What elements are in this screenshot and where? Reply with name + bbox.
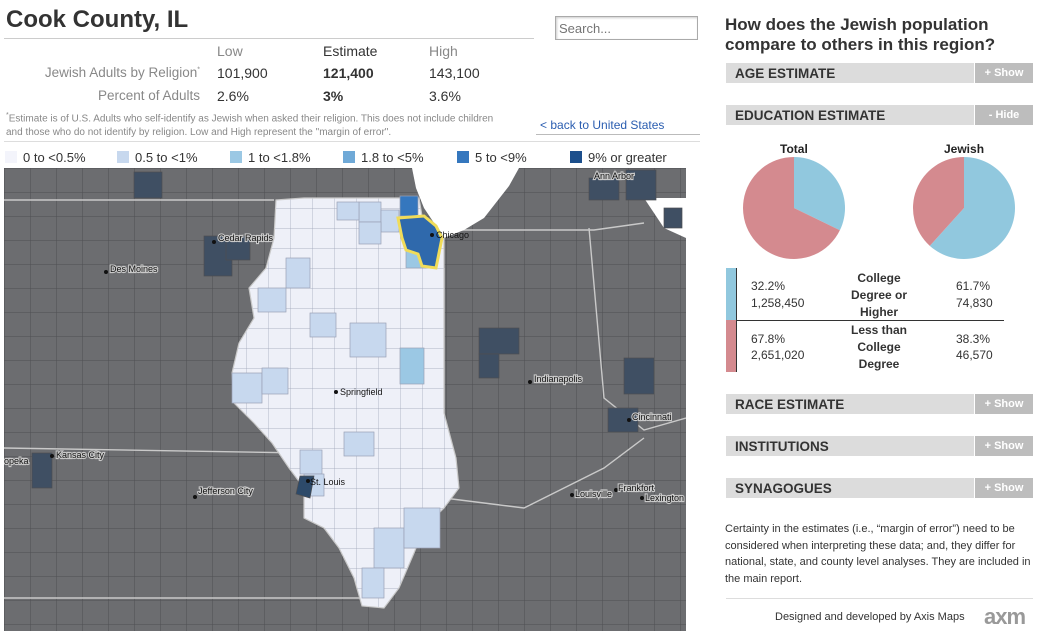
section-label: INSTITUTIONS <box>735 439 829 454</box>
city-label: opeka <box>4 456 29 466</box>
city-label: Chicago <box>436 230 469 240</box>
back-link-underline <box>536 134 700 135</box>
search-input[interactable] <box>555 16 698 40</box>
less-college-category: Less than College Degree <box>850 323 907 371</box>
page-title: Cook County, IL <box>6 6 189 33</box>
section-label: RACE ESTIMATE <box>735 397 845 412</box>
section-age-estimate[interactable]: AGE ESTIMATE + Show <box>726 63 1033 83</box>
legend-item-5: 9% or greater <box>570 150 667 165</box>
percent-adults-high: 3.6% <box>429 88 461 104</box>
credit-text: Designed and developed by Axis Maps <box>775 611 965 623</box>
jewish-adults-estimate: 121,400 <box>323 65 374 81</box>
percent-adults-low: 2.6% <box>217 88 249 104</box>
jewish-adults-low: 101,900 <box>217 65 268 81</box>
show-institutions-button[interactable]: + Show <box>974 436 1033 456</box>
less-college-jewish-pct: 38.3% <box>956 332 991 346</box>
row-label-percent-adults: Percent of Adults <box>97 88 200 103</box>
jewish-adults-high: 143,100 <box>429 65 480 81</box>
city-label: Springfield <box>340 387 383 397</box>
estimate-footnote: *Estimate is of U.S. Adults who self-ide… <box>6 112 494 139</box>
legend-swatch <box>570 151 582 163</box>
legend-item-0: 0 to <0.5% <box>5 150 86 165</box>
city-label: Louisville <box>575 489 612 499</box>
city-label: St. Louis <box>310 477 346 487</box>
col-header-high: High <box>429 43 458 59</box>
show-age-button[interactable]: + Show <box>974 63 1033 83</box>
city-label: Des Moines <box>110 264 158 274</box>
legend-bar-less-than-college <box>726 320 736 372</box>
pie-jewish <box>913 157 1015 259</box>
city-label: Indianapolis <box>534 374 583 384</box>
section-education-estimate[interactable]: EDUCATION ESTIMATE - Hide <box>726 105 1033 125</box>
college-jewish-count: 74,830 <box>956 296 993 310</box>
less-college-total-pct: 67.8% <box>751 332 786 346</box>
college-jewish-pct: 61.7% <box>956 279 991 293</box>
pie-title-total: Total <box>780 142 808 156</box>
hide-education-button[interactable]: - Hide <box>974 105 1033 125</box>
section-label: AGE ESTIMATE <box>735 66 836 81</box>
section-label: SYNAGOGUES <box>735 481 832 496</box>
section-synagogues[interactable]: SYNAGOGUES + Show <box>726 478 1033 498</box>
footer-divider <box>726 598 1033 599</box>
legend-item-4: 5 to <9% <box>457 150 527 165</box>
section-label: EDUCATION ESTIMATE <box>735 108 886 123</box>
city-label: Cedar Rapids <box>218 233 274 243</box>
legend-item-1: 0.5 to <1% <box>117 150 198 165</box>
legend-item-3: 1.8 to <5% <box>343 150 424 165</box>
panel-title: How does the Jewish population compare t… <box>725 15 996 54</box>
legend-swatch <box>343 151 355 163</box>
title-divider <box>4 38 534 39</box>
legend-swatch <box>457 151 469 163</box>
legend-swatch <box>230 151 242 163</box>
college-category: College Degree or Higher <box>850 271 908 319</box>
city-label: Kansas City <box>56 450 105 460</box>
county-map[interactable]: Chicago Ann Arbor Cedar Rapids Des Moine… <box>4 168 686 631</box>
legend-swatch <box>5 151 17 163</box>
college-total-count: 1,258,450 <box>751 296 805 310</box>
legend-swatch <box>117 151 129 163</box>
percent-adults-estimate: 3% <box>323 88 344 104</box>
less-college-total-count: 2,651,020 <box>751 348 805 362</box>
margin-of-error-note: Certainty in the estimates (i.e., “margi… <box>725 523 1031 585</box>
row-label-jewish-adults: Jewish Adults by Religion* <box>44 65 200 80</box>
city-label: Ann Arbor <box>594 171 634 181</box>
pie-title-jewish: Jewish <box>944 142 985 156</box>
city-label: Cincinnati <box>632 412 672 422</box>
legend-item-2: 1 to <1.8% <box>230 150 311 165</box>
col-header-low: Low <box>217 43 243 59</box>
city-label: Lexington <box>645 493 684 503</box>
show-race-button[interactable]: + Show <box>974 394 1033 414</box>
college-total-pct: 32.2% <box>751 279 786 293</box>
back-to-us-link[interactable]: < back to United States <box>540 118 664 132</box>
map-divider <box>4 141 700 142</box>
pie-total <box>743 157 845 259</box>
less-college-jewish-count: 46,570 <box>956 348 993 362</box>
axis-maps-logo[interactable]: axm <box>984 604 1026 630</box>
col-header-estimate: Estimate <box>323 43 378 59</box>
section-race-estimate[interactable]: RACE ESTIMATE + Show <box>726 394 1033 414</box>
city-label: Jefferson City <box>198 486 253 496</box>
section-institutions[interactable]: INSTITUTIONS + Show <box>726 436 1033 456</box>
city-label: Frankfort <box>618 483 655 493</box>
show-synagogues-button[interactable]: + Show <box>974 478 1033 498</box>
legend-bar-college <box>726 268 736 320</box>
